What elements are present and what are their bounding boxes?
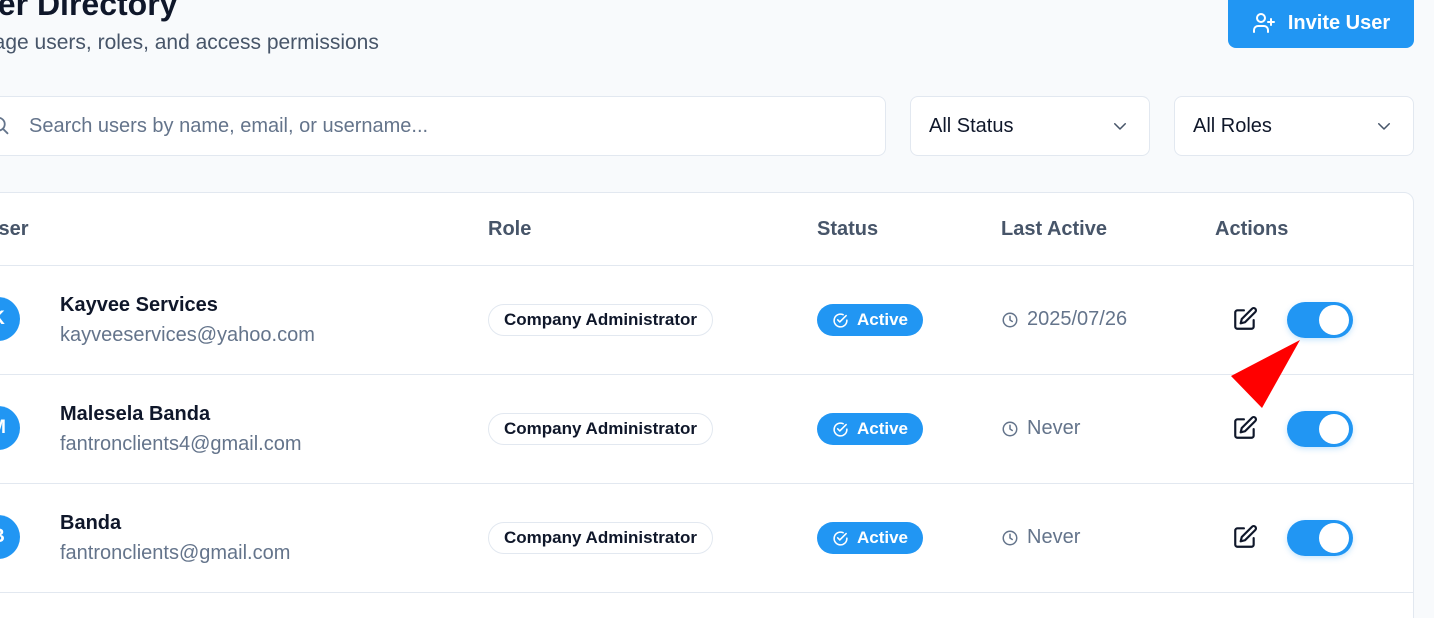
search-icon: [0, 117, 9, 135]
user-email: fantronclients@gmail.com: [60, 542, 291, 564]
clock-icon: [1002, 312, 1018, 327]
avatar-initial: K: [0, 308, 5, 330]
last-active: Never: [1001, 417, 1080, 440]
column-header-status: Status: [817, 218, 879, 240]
edit-icon[interactable]: [1232, 415, 1258, 441]
user-email: fantronclients4@gmail.com: [60, 433, 302, 455]
last-active: 2025/07/26: [1001, 308, 1127, 331]
check-circle-icon: [833, 312, 848, 328]
avatar: K: [0, 297, 20, 341]
status-badge: Active: [817, 522, 923, 554]
user-name: Kayvee Services: [60, 294, 218, 316]
toggle-knob: [1319, 305, 1349, 335]
user-enabled-toggle[interactable]: [1287, 302, 1353, 338]
invite-user-button[interactable]: Invite User: [1228, 0, 1414, 48]
avatar-initial: B: [0, 526, 5, 548]
pointer-arrow-icon: [1231, 340, 1300, 408]
role-badge: Company Administrator: [488, 413, 714, 445]
column-header-role: Role: [488, 218, 532, 240]
table-row: M Malesela Banda fantronclients4@gmail.c…: [0, 375, 1413, 484]
status-filter-value: All Status: [929, 114, 1014, 137]
status-badge: Active: [817, 304, 923, 336]
role-badge: Company Administrator: [488, 304, 714, 336]
user-email: kayveeservices@yahoo.com: [60, 324, 315, 346]
avatar: B: [0, 515, 20, 559]
column-header-user: User: [0, 218, 29, 240]
search-input[interactable]: [29, 97, 869, 155]
status-label: Active: [856, 419, 909, 438]
role-badge: Company Administrator: [488, 522, 714, 554]
avatar: M: [0, 406, 20, 450]
status-filter-select[interactable]: All Status: [910, 96, 1150, 156]
column-header-actions: Actions: [1215, 218, 1289, 240]
status-badge: Active: [817, 413, 923, 445]
edit-icon[interactable]: [1232, 306, 1258, 332]
toggle-knob: [1319, 414, 1349, 444]
user-enabled-toggle[interactable]: [1287, 411, 1353, 447]
page-subtitle: nage users, roles, and access permission…: [0, 31, 379, 54]
user-name: Banda: [60, 512, 122, 534]
avatar-initial: M: [0, 417, 6, 439]
role-filter-value: All Roles: [1193, 114, 1272, 137]
last-active-value: 2025/07/26: [1027, 308, 1128, 330]
toggle-knob: [1319, 523, 1349, 553]
edit-icon[interactable]: [1232, 524, 1258, 550]
row-divider: [0, 592, 1413, 593]
user-plus-icon: [1252, 13, 1275, 33]
last-active-value: Never: [1027, 526, 1081, 548]
chevron-down-icon: [1378, 123, 1390, 130]
page-title: ser Directory: [0, 0, 178, 22]
clock-icon: [1002, 530, 1018, 545]
pointer-arrow-shape: [1231, 340, 1300, 408]
column-header-last-active: Last Active: [1001, 218, 1107, 240]
user-enabled-toggle[interactable]: [1287, 520, 1353, 556]
table-row: K Kayvee Services kayveeservices@yahoo.c…: [0, 266, 1413, 375]
search-box[interactable]: [0, 96, 886, 156]
user-name: Malesela Banda: [60, 403, 211, 425]
check-circle-icon: [833, 421, 848, 437]
invite-user-label: Invite User: [1287, 11, 1391, 34]
chevron-down-icon: [1114, 123, 1126, 130]
last-active: Never: [1001, 526, 1080, 549]
status-label: Active: [856, 310, 909, 329]
clock-icon: [1002, 421, 1018, 436]
check-circle-icon: [833, 530, 848, 546]
last-active-value: Never: [1027, 417, 1081, 439]
role-filter-select[interactable]: All Roles: [1174, 96, 1414, 156]
status-label: Active: [856, 528, 909, 547]
table-row: B Banda fantronclients@gmail.com Company…: [0, 484, 1413, 593]
